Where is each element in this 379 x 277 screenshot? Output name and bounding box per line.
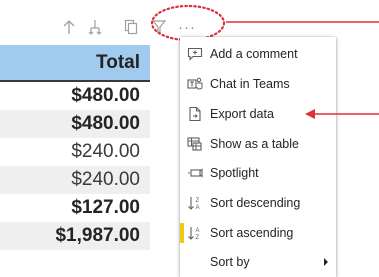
table-header-total[interactable]: Total [0,45,150,82]
svg-text:Z: Z [196,235,200,241]
menu-item-label: Sort ascending [210,226,294,240]
spotlight-icon [180,167,210,179]
menu-item-add-a-comment[interactable]: Add a comment [180,39,336,69]
focus-mode-icon[interactable] [120,15,142,39]
table-icon [180,137,210,151]
menu-item-show-as-a-table[interactable]: Show as a table [180,129,336,159]
menu-item-label: Export data [210,107,274,121]
annotation-line [226,21,379,23]
table-row[interactable]: $480.00 [0,82,150,110]
menu-item-chat-in-teams[interactable]: Chat in Teams [180,69,336,99]
table-row[interactable]: $240.00 [0,138,150,166]
table-row[interactable]: $1,987.00 [0,222,150,250]
menu-item-label: Add a comment [210,47,298,61]
chevron-right-icon [316,258,336,266]
teams-icon [180,77,210,91]
menu-item-sort-ascending[interactable]: A Z Sort ascending [180,218,336,248]
menu-item-export-data[interactable]: Export data [180,99,336,129]
svg-text:A: A [196,205,200,211]
visual-header-toolbar: ··· [58,15,208,39]
menu-item-label: Show as a table [210,137,299,151]
filter-icon[interactable] [148,15,170,39]
menu-item-label: Sort by [210,255,250,269]
menu-item-label: Chat in Teams [210,77,290,91]
more-options-label: ··· [178,18,196,36]
more-options-icon[interactable]: ··· [176,15,198,39]
svg-text:A: A [196,228,200,234]
export-icon [180,106,210,122]
table-row[interactable]: $127.00 [0,194,150,222]
menu-item-label: Spotlight [210,166,259,180]
comment-icon [180,47,210,61]
menu-item-label: Sort descending [210,196,301,210]
drill-up-icon[interactable] [58,15,80,39]
sort-ascending-icon: AZ [180,225,210,241]
menu-item-sort-descending[interactable]: Z A Sort descending [180,188,336,218]
total-table: Total $480.00 $480.00 $240.00 $240.00 $127.0… [0,45,150,250]
menu-item-spotlight[interactable]: Spotlight [180,158,336,188]
more-options-menu: Add a comment Chat in Teams Export data Sho… [180,37,336,277]
table-row[interactable]: $480.00 [0,110,150,138]
svg-text:Z: Z [196,198,200,204]
menu-item-sort-by[interactable]: Sort by [180,247,336,277]
active-indicator [180,223,184,243]
table-row[interactable]: $240.00 [0,166,150,194]
drill-down-icon[interactable] [84,15,106,39]
sort-descending-icon: ZA [180,195,210,211]
